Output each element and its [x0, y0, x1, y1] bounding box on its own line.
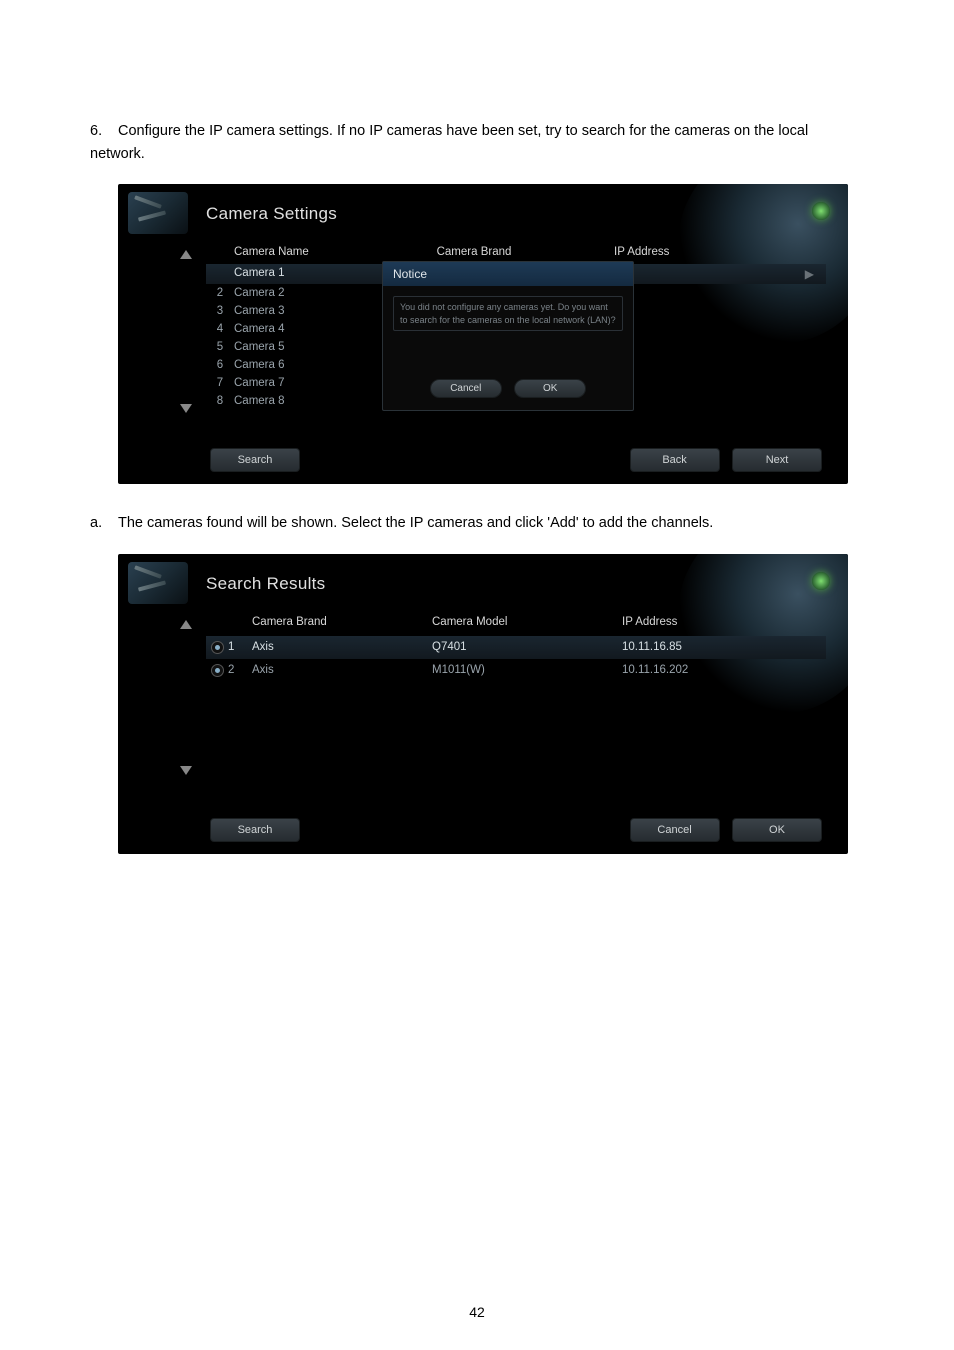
row-index: 7 — [206, 377, 234, 389]
row-radio[interactable] — [211, 641, 224, 654]
camera-brand-cell: Axis — [252, 641, 432, 654]
product-logo — [128, 562, 188, 604]
row-index: 1 — [228, 641, 252, 654]
page-title: Search Results — [206, 574, 325, 594]
row-index: 4 — [206, 323, 234, 335]
step-6-number: 6. — [90, 120, 118, 143]
camera-name-cell: Camera 4 — [234, 323, 364, 335]
ip-address-cell: 10.11.16.85 — [622, 641, 826, 654]
header-camera-name: Camera Name — [234, 246, 364, 258]
row-index: 5 — [206, 341, 234, 353]
header-ip-address: IP Address — [622, 616, 826, 628]
screenshot-camera-settings: Camera Settings Camera Name Camera Brand… — [118, 184, 848, 484]
row-radio[interactable] — [211, 664, 224, 677]
scroll-down-icon[interactable] — [180, 404, 192, 413]
camera-model-cell: M1011(W) — [432, 664, 622, 677]
scroll-up-icon[interactable] — [180, 620, 192, 629]
camera-name-cell: Camera 2 — [234, 287, 364, 299]
scroll-up-icon[interactable] — [180, 250, 192, 259]
camera-name-cell: Camera 5 — [234, 341, 364, 353]
notice-message: You did not configure any cameras yet. D… — [393, 296, 623, 330]
camera-name-cell: Camera 8 — [234, 395, 364, 407]
row-index: 6 — [206, 359, 234, 371]
camera-name-cell: Camera 1 — [234, 267, 364, 281]
search-button[interactable]: Search — [210, 818, 300, 842]
table-row[interactable]: 2AxisM1011(W)10.11.16.202 — [206, 659, 826, 682]
notice-cancel-button[interactable]: Cancel — [430, 379, 502, 398]
results-table-header: Camera Brand Camera Model IP Address — [206, 616, 826, 636]
step-a-number: a. — [90, 512, 118, 535]
row-index: 8 — [206, 395, 234, 407]
back-button[interactable]: Back — [630, 448, 720, 472]
search-button[interactable]: Search — [210, 448, 300, 472]
screenshot-search-results: Search Results Camera Brand Camera Model… — [118, 554, 848, 854]
notice-title: Notice — [383, 262, 633, 286]
header-camera-brand: Camera Brand — [252, 616, 432, 628]
scroll-down-icon[interactable] — [180, 766, 192, 775]
row-index — [206, 267, 234, 281]
cancel-button[interactable]: Cancel — [630, 818, 720, 842]
page-number: 42 — [0, 1304, 954, 1320]
camera-name-cell: Camera 3 — [234, 305, 364, 317]
step-6-text: Configure the IP camera settings. If no … — [90, 123, 808, 162]
camera-brand-cell: Axis — [252, 664, 432, 677]
camera-name-cell: Camera 7 — [234, 377, 364, 389]
step-a: a.The cameras found will be shown. Selec… — [90, 512, 864, 535]
row-index: 2 — [206, 287, 234, 299]
product-logo — [128, 192, 188, 234]
next-button[interactable]: Next — [732, 448, 822, 472]
header-camera-brand: Camera Brand — [364, 246, 584, 258]
ip-address-cell: 10.11.16.202 — [622, 664, 826, 677]
page-title: Camera Settings — [206, 204, 337, 224]
row-index: 3 — [206, 305, 234, 317]
header-camera-model: Camera Model — [432, 616, 622, 628]
camera-name-cell: Camera 6 — [234, 359, 364, 371]
table-row[interactable]: 1AxisQ740110.11.16.85 — [206, 636, 826, 659]
camera-model-cell: Q7401 — [432, 641, 622, 654]
step-6: 6.Configure the IP camera settings. If n… — [90, 120, 864, 166]
ok-button[interactable]: OK — [732, 818, 822, 842]
header-ip-address: IP Address — [584, 246, 826, 258]
notice-ok-button[interactable]: OK — [514, 379, 586, 398]
step-a-text: The cameras found will be shown. Select … — [118, 515, 713, 531]
notice-dialog: Notice You did not configure any cameras… — [382, 261, 634, 411]
row-index: 2 — [228, 664, 252, 677]
